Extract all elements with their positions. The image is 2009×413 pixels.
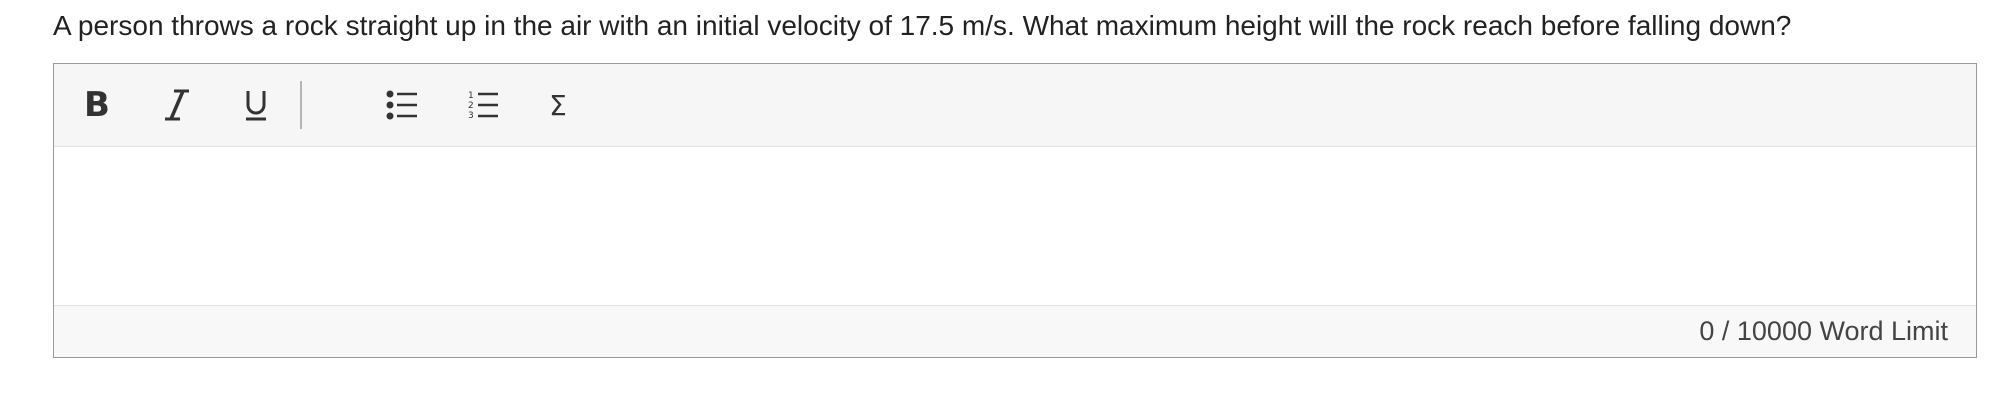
svg-text:1: 1 (468, 91, 474, 101)
bold-button[interactable]: B (67, 75, 127, 135)
toolbar-divider (300, 81, 302, 129)
underline-icon (246, 91, 266, 121)
svg-text:3: 3 (468, 111, 474, 121)
numbered-list-icon: 1 2 3 (468, 91, 498, 121)
word-limit-status: 0 / 10000 Word Limit (54, 305, 1976, 357)
word-count-separator: / (1714, 316, 1737, 346)
bulleted-list-button[interactable] (372, 75, 432, 135)
svg-text:2: 2 (468, 101, 474, 111)
bold-icon: B (84, 85, 110, 125)
word-limit-label: 10000 Word Limit (1736, 316, 1948, 346)
question-text: A person throws a rock straight up in th… (53, 10, 1792, 41)
word-count: 0 (1699, 316, 1715, 346)
editor-content-area[interactable] (54, 147, 1976, 305)
bulleted-list-icon (386, 90, 417, 120)
numbered-list-button[interactable]: 1 2 3 (453, 75, 513, 135)
editor-toolbar: B 1 2 3 Σ (54, 64, 1976, 147)
underline-button[interactable] (226, 75, 286, 135)
rich-text-editor: B 1 2 3 Σ 0 / 10000 Word Limit (53, 63, 1977, 358)
italic-button[interactable] (147, 75, 207, 135)
equation-button[interactable]: Σ (528, 75, 588, 135)
italic-icon (165, 89, 189, 121)
sigma-icon: Σ (549, 88, 567, 122)
